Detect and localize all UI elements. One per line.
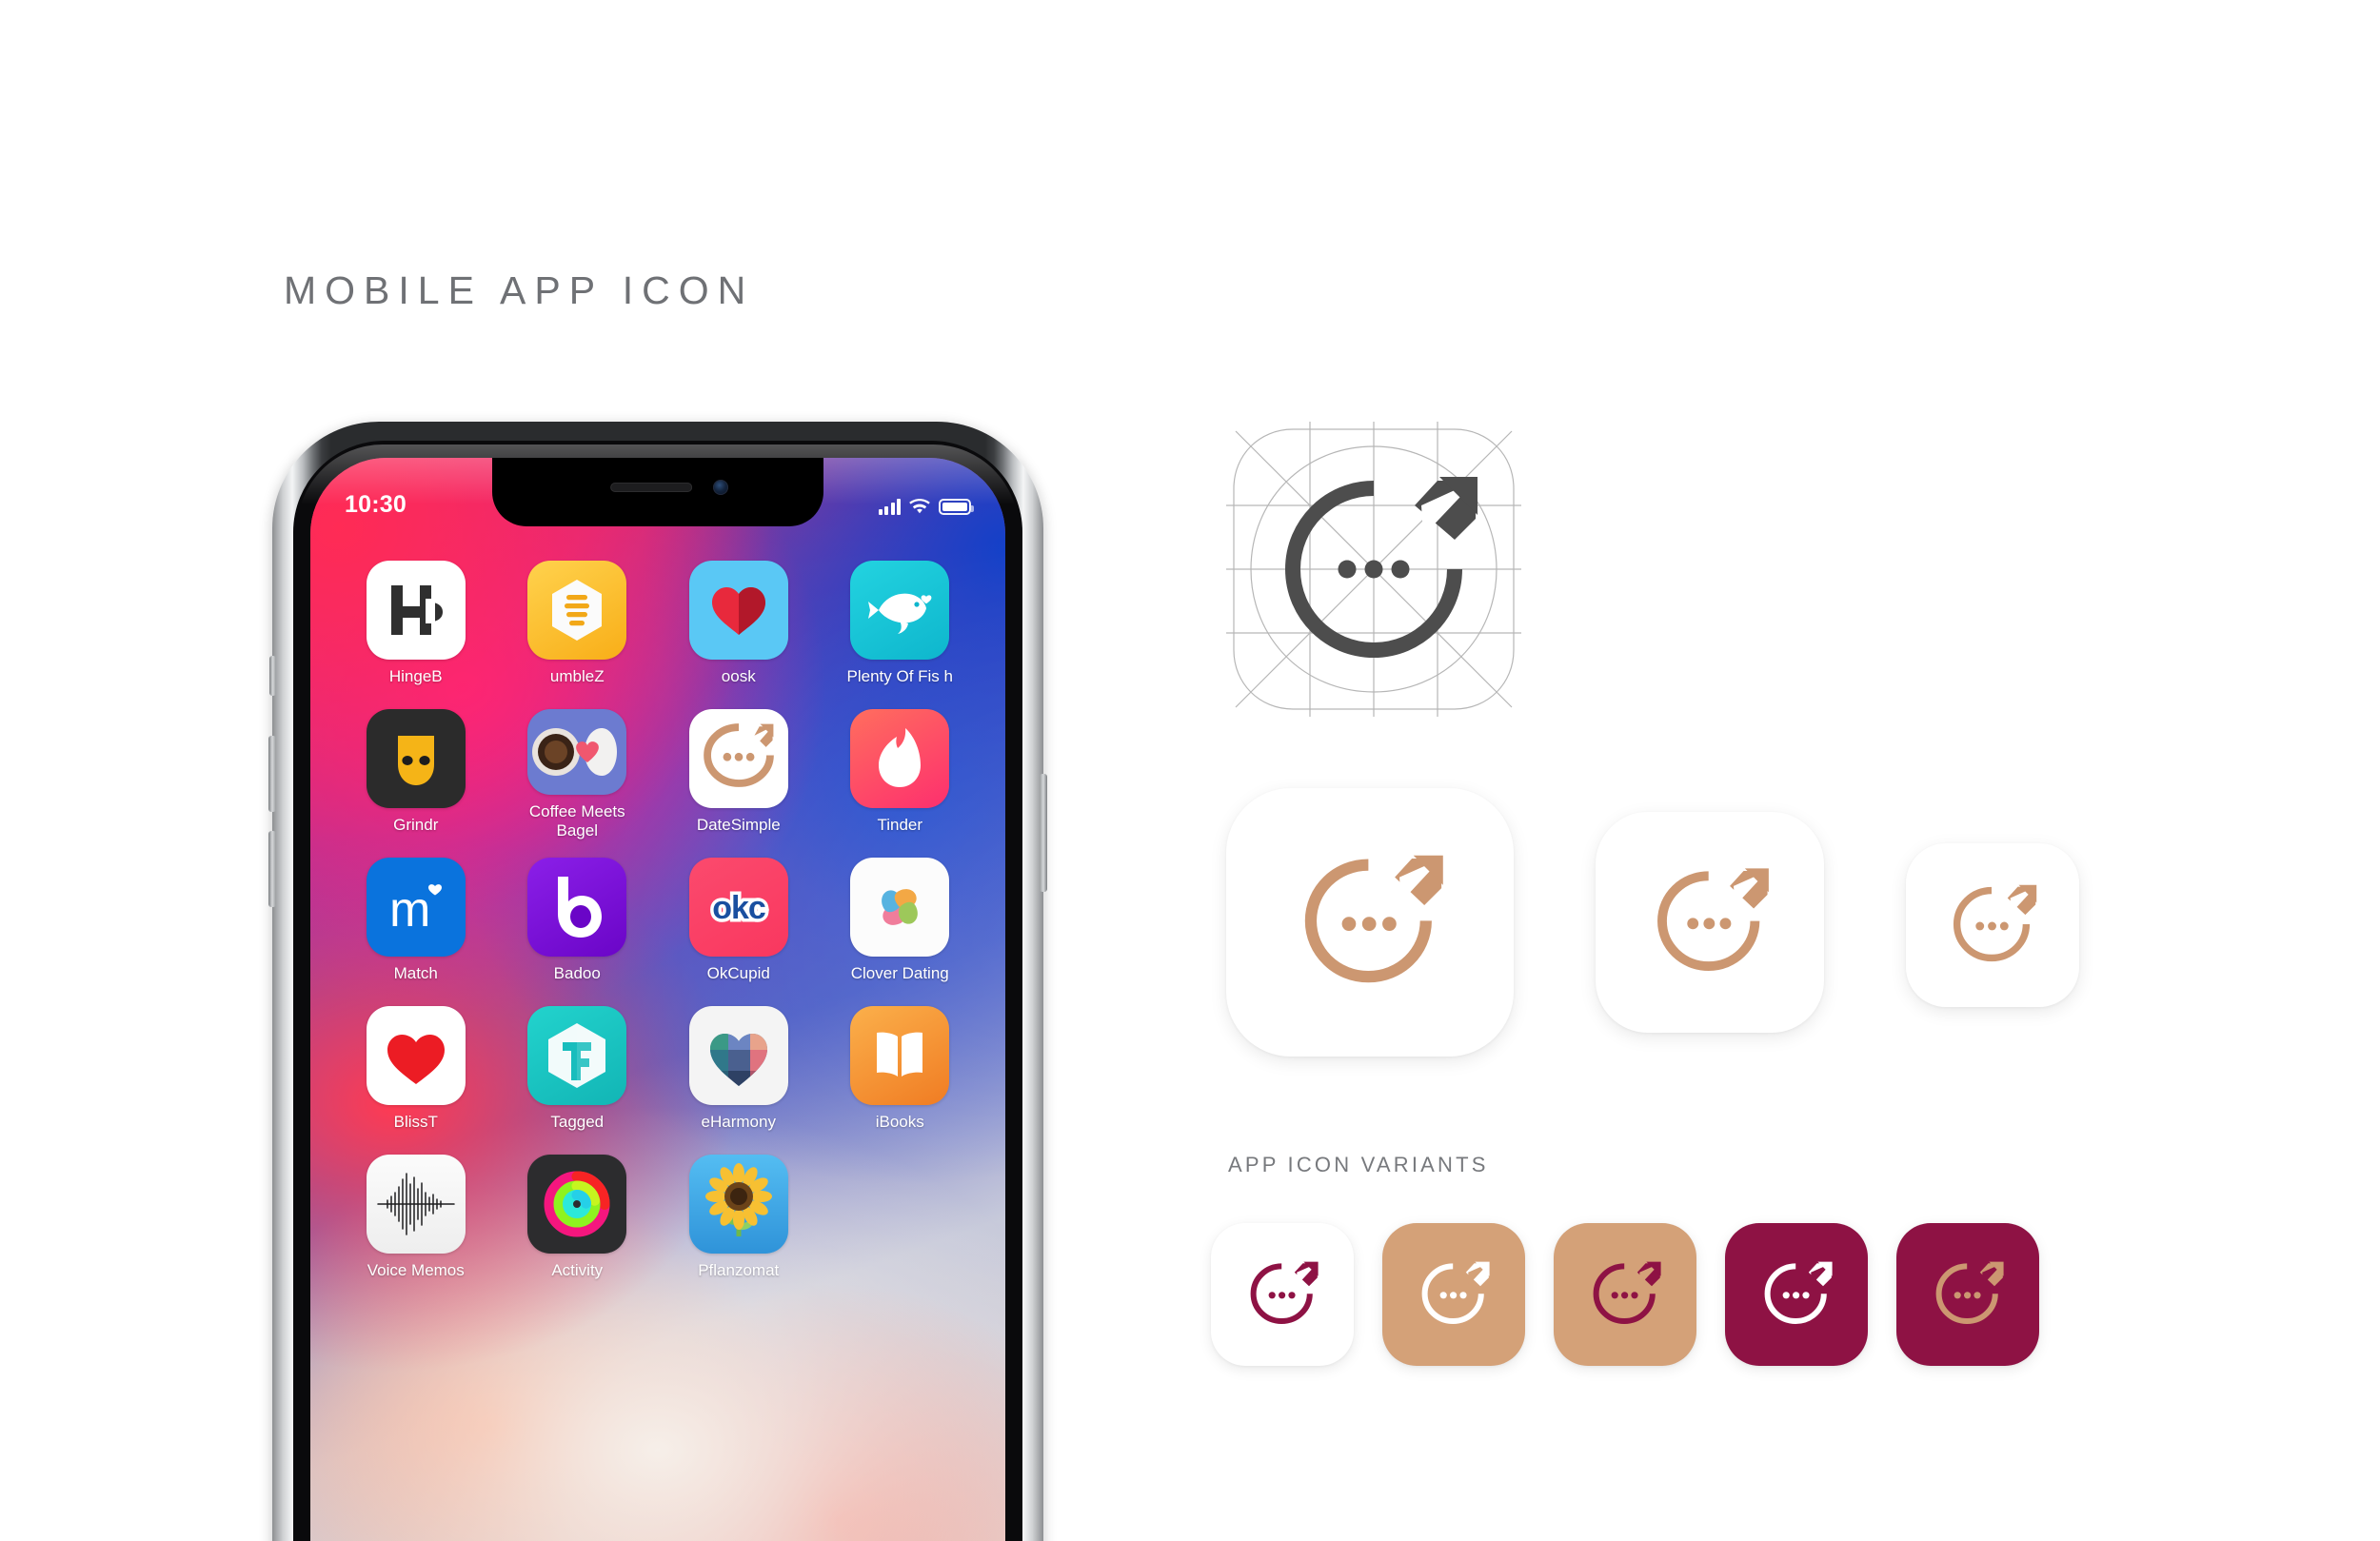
datesimple-icon[interactable] — [688, 709, 788, 808]
voice-memos-icon[interactable] — [366, 1155, 466, 1254]
app-label: Grindr — [393, 816, 439, 834]
app-label: eHarmony — [701, 1113, 776, 1131]
grindr-mask-icon[interactable] — [366, 709, 466, 808]
variant-white-bg-maroon-logo[interactable] — [1211, 1223, 1354, 1366]
badoo-icon[interactable] — [527, 858, 627, 957]
volume-down-button[interactable] — [268, 831, 276, 907]
page-title: MOBILE APP ICON — [284, 268, 755, 312]
app-item[interactable]: Voice Memos — [335, 1155, 497, 1286]
svg-text:okc: okc — [712, 890, 765, 926]
app-label: Activity — [551, 1261, 604, 1279]
app-item[interactable]: Tinder — [820, 709, 982, 840]
app-item[interactable]: Clover Dating — [820, 858, 982, 989]
app-item[interactable]: Activity — [497, 1155, 659, 1286]
app-label: DateSimple — [696, 816, 781, 834]
silent-switch-button[interactable] — [269, 656, 276, 696]
status-time: 10:30 — [345, 490, 407, 518]
battery-icon — [939, 498, 974, 515]
status-indicators — [878, 470, 974, 515]
variant-tan-bg-white-logo[interactable] — [1382, 1223, 1525, 1366]
variant-maroon-bg-tan-logo[interactable] — [1896, 1223, 2039, 1366]
sunflower-icon[interactable] — [688, 1155, 788, 1254]
app-item[interactable]: Coffee Meets Bagel — [497, 709, 659, 840]
status-bar: 10:30 — [310, 458, 1005, 526]
app-item[interactable]: Tagged — [497, 1006, 659, 1137]
volume-up-button[interactable] — [268, 736, 276, 812]
datesimple-icon-large[interactable] — [1226, 788, 1514, 1057]
match-icon[interactable]: m — [366, 858, 466, 957]
variant-maroon-bg-white-logo[interactable] — [1725, 1223, 1868, 1366]
cellular-signal-icon — [878, 498, 901, 515]
datesimple-grid-construction-icon — [1226, 422, 1521, 717]
wifi-icon — [909, 498, 930, 515]
side-power-button[interactable] — [1040, 774, 1047, 892]
app-icon-variants-row — [1211, 1223, 2039, 1366]
tagged-icon[interactable] — [527, 1006, 627, 1105]
app-label: BlissT — [393, 1113, 438, 1131]
pof-fish-icon[interactable] — [850, 561, 950, 660]
app-item[interactable]: umbleZ — [497, 561, 659, 692]
design-presentation-page: MOBILE APP ICON 10:30 HingeB umbleZ oosk… — [0, 0, 2380, 1541]
iphone-x-mockup: 10:30 HingeB umbleZ oosk Plenty Of Fis h… — [268, 422, 1047, 1541]
cmb-icon[interactable] — [527, 709, 627, 795]
app-item[interactable]: m Match — [335, 858, 497, 989]
app-label: Clover Dating — [850, 964, 949, 982]
tinder-flame-icon[interactable] — [850, 709, 950, 808]
app-label: Match — [393, 964, 438, 982]
app-label: Voice Memos — [367, 1261, 465, 1279]
ibooks-icon[interactable] — [850, 1006, 950, 1105]
app-label: Tagged — [550, 1113, 605, 1131]
app-label: HingeB — [388, 667, 443, 685]
eharmony-icon[interactable] — [688, 1006, 788, 1105]
app-label: Pflanzomat — [698, 1261, 780, 1279]
app-item[interactable]: okc OkCupid — [658, 858, 820, 989]
datesimple-icon-small[interactable] — [1906, 843, 2079, 1007]
app-item[interactable]: HingeB — [335, 561, 497, 692]
okcupid-icon[interactable]: okc — [688, 858, 788, 957]
app-label: umbleZ — [549, 667, 605, 685]
variants-section-label: APP ICON VARIANTS — [1228, 1153, 1489, 1176]
icon-size-showcase — [1226, 779, 2178, 1074]
svg-text:m: m — [389, 882, 430, 938]
activity-rings-icon[interactable] — [527, 1155, 627, 1254]
app-label: OkCupid — [706, 964, 770, 982]
clover-icon[interactable] — [850, 858, 950, 957]
app-label: iBooks — [875, 1113, 924, 1131]
app-item[interactable]: Grindr — [335, 709, 497, 840]
app-label: Tinder — [877, 816, 923, 834]
phone-screen[interactable]: 10:30 HingeB umbleZ oosk Plenty Of Fis h… — [310, 458, 1005, 1541]
app-item[interactable]: BlissT — [335, 1006, 497, 1137]
app-item[interactable]: Pflanzomat — [658, 1155, 820, 1286]
app-item[interactable]: DateSimple — [658, 709, 820, 840]
app-label: oosk — [721, 667, 756, 685]
app-item[interactable]: iBooks — [820, 1006, 982, 1137]
zoosk-icon[interactable] — [688, 561, 788, 660]
app-item[interactable]: Plenty Of Fis h — [820, 561, 982, 692]
app-item[interactable]: oosk — [658, 561, 820, 692]
app-item[interactable]: eHarmony — [658, 1006, 820, 1137]
app-item[interactable]: Badoo — [497, 858, 659, 989]
app-label: Coffee Meets Bagel — [528, 801, 625, 840]
bumble-icon[interactable] — [527, 561, 627, 660]
app-label: Plenty Of Fis h — [846, 667, 953, 685]
datesimple-icon-medium[interactable] — [1596, 812, 1824, 1033]
app-icon-grid: HingeB umbleZ oosk Plenty Of Fis h Grind… — [310, 561, 1005, 1286]
variant-tan-bg-maroon-logo[interactable] — [1554, 1223, 1696, 1366]
app-label: Badoo — [553, 964, 601, 982]
hinge-icon[interactable] — [366, 561, 466, 660]
bliss-heart-icon[interactable] — [366, 1006, 466, 1105]
